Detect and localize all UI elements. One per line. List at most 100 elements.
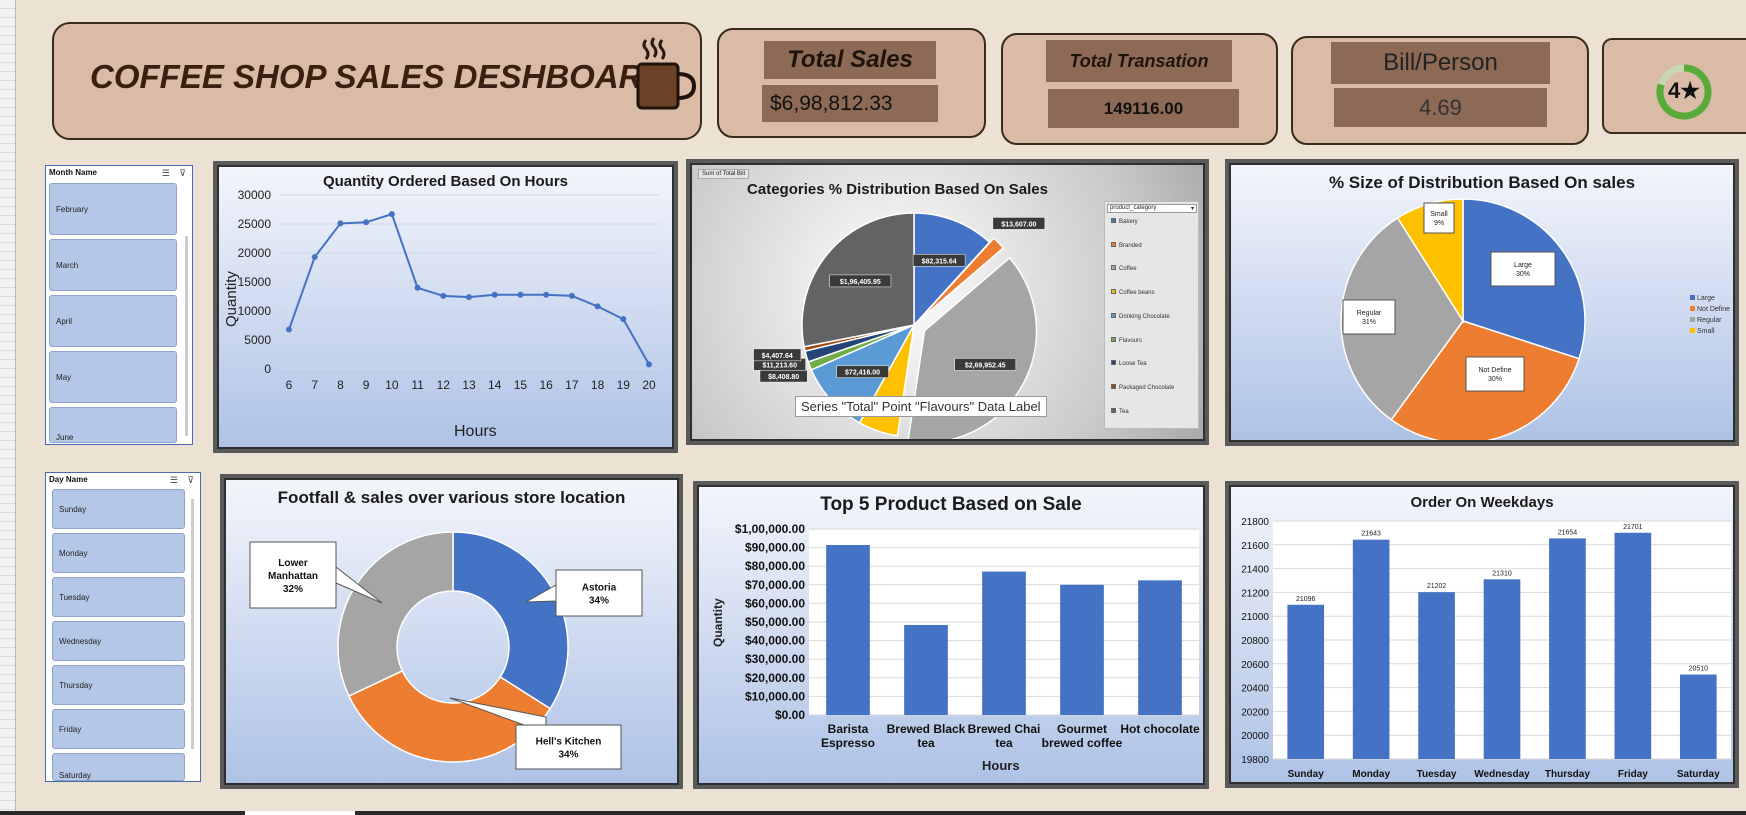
row-header [0,198,15,207]
row-header [0,297,15,306]
slicer-header: Month Name [49,168,97,177]
row-header [0,288,15,297]
legend-item[interactable]: Small [1690,328,1715,335]
slicer-item-february[interactable]: February [49,183,177,235]
slicer-item-saturday[interactable]: Saturday [52,753,185,781]
row-header [0,459,15,468]
filter-label: product_category [1110,205,1157,211]
x-tick-label: brewed coffee [1042,736,1123,750]
row-header [0,522,15,531]
multi-select-icon[interactable]: ☰ [170,475,178,486]
legend-swatch [1690,328,1695,333]
slicer-item-sunday[interactable]: Sunday [52,489,185,529]
multi-select-icon[interactable]: ☰ [162,168,170,179]
chart-footfall-locations[interactable]: Footfall & sales over various store loca… [224,478,679,785]
legend-item[interactable]: Coffee beans [1111,289,1155,296]
legend-item[interactable]: Large [1690,295,1715,302]
legend-label: Loose Tea [1119,361,1147,368]
slicer-scrollbar[interactable] [191,499,194,749]
data-point [594,303,601,310]
bar [1138,580,1182,715]
legend-item[interactable]: Branded [1111,241,1142,249]
kpi-label: Total Transation [1046,40,1232,82]
legend-item[interactable]: Coffee [1111,265,1137,272]
line-series [288,212,650,365]
x-tick-label: Sunday [1288,769,1325,780]
row-header [0,729,15,738]
y-tick-label: $70,000.00 [745,578,805,592]
callout-label: 34% [558,750,578,761]
data-point [646,361,652,368]
row-header [0,180,15,189]
row-header [0,243,15,252]
legend-filter-dropdown[interactable]: product_category ▾ [1107,204,1197,213]
callout-box [1423,202,1455,234]
chart-top5-products[interactable]: Top 5 Product Based on Sale $0.00 $10,000… [697,485,1205,785]
data-label: $4,407.64 [762,353,793,360]
legend-item[interactable]: Regular [1690,317,1722,324]
chart-size-distribution[interactable]: % Size of Distribution Based On sales La… [1229,163,1735,442]
legend-item[interactable]: Not Define [1690,306,1730,313]
slicer-item-may[interactable]: May [49,351,177,403]
bar [1060,584,1104,715]
row-header [0,252,15,261]
row-header [0,333,15,342]
slicer-item-monday[interactable]: Monday [52,533,185,573]
legend-item[interactable]: Tea [1111,407,1129,415]
rating-value: 4★ [1668,78,1700,103]
y-axis-title: Quantity [711,598,725,647]
row-header [0,756,15,765]
slicer-item-march[interactable]: March [49,239,177,291]
slicer-item-tuesday[interactable]: Tuesday [52,577,185,617]
row-header [0,477,15,486]
x-axis-title: Hours [454,423,497,440]
y-tick-label: 21400 [1241,565,1269,576]
row-header [0,765,15,774]
bar [1483,579,1521,759]
x-tick-label: 9 [363,378,370,392]
x-tick-label: Barista [828,722,869,736]
x-tick-label: 12 [437,378,451,392]
coffee-cup-icon [636,37,697,110]
callout-box [1342,299,1396,335]
row-header [0,531,15,540]
row-header [0,9,15,18]
legend-swatch [1111,407,1116,413]
active-sheet-tab[interactable] [245,811,355,815]
legend-item[interactable]: Loose Tea [1111,360,1147,367]
chart-category-distribution[interactable]: Sum of Total Bill Categories % Distribut… [690,163,1205,441]
chart-quantity-by-hours[interactable]: Quantity Ordered Based On Hours 0 5000 100… [217,165,674,449]
legend-item[interactable]: Drinking Chocolate [1111,312,1170,320]
clear-filter-icon[interactable]: ⊽ [187,475,194,486]
legend-label: Regular [1697,317,1722,324]
y-tick-label: $90,000.00 [745,541,805,555]
legend-swatch [1111,336,1116,342]
data-point [388,211,395,218]
legend-item[interactable]: Packaged Chocolate [1111,383,1174,391]
slicer-item-wednesday[interactable]: Wednesday [52,621,185,661]
x-tick-label: 17 [565,378,579,392]
chart-weekday-orders[interactable]: Order On Weekdays 19800 20000 20200 20400 20… [1229,485,1735,784]
x-tick-label: tea [995,736,1013,750]
row-header [0,81,15,90]
doughnut-svg: Astoria 34% Hell's Kitchen 34% Lower Manhatta… [249,531,643,770]
slicer-item-april[interactable]: April [49,295,177,347]
slicer-item-thursday[interactable]: Thursday [52,665,185,705]
data-point [517,291,524,298]
row-header [0,450,15,459]
data-point [311,254,318,261]
slicer-item-june[interactable]: June [49,407,177,443]
row-header [0,585,15,594]
y-tick-label: 10000 [238,304,272,318]
slicer-scrollbar[interactable] [185,236,188,436]
dashboard-title: COFFEE SHOP SALES DESHBOARD [90,58,667,95]
clear-filter-icon[interactable]: ⊽ [179,168,186,179]
data-label: 21310 [1492,570,1512,577]
legend-item[interactable]: Flavours [1111,336,1142,344]
y-tick-label: $30,000.00 [745,652,805,666]
slicer-item-friday[interactable]: Friday [52,709,185,749]
y-tick-label: 15000 [238,275,272,289]
data-point [337,220,344,227]
legend-item[interactable]: Bakery [1111,218,1138,225]
row-header [0,36,15,45]
